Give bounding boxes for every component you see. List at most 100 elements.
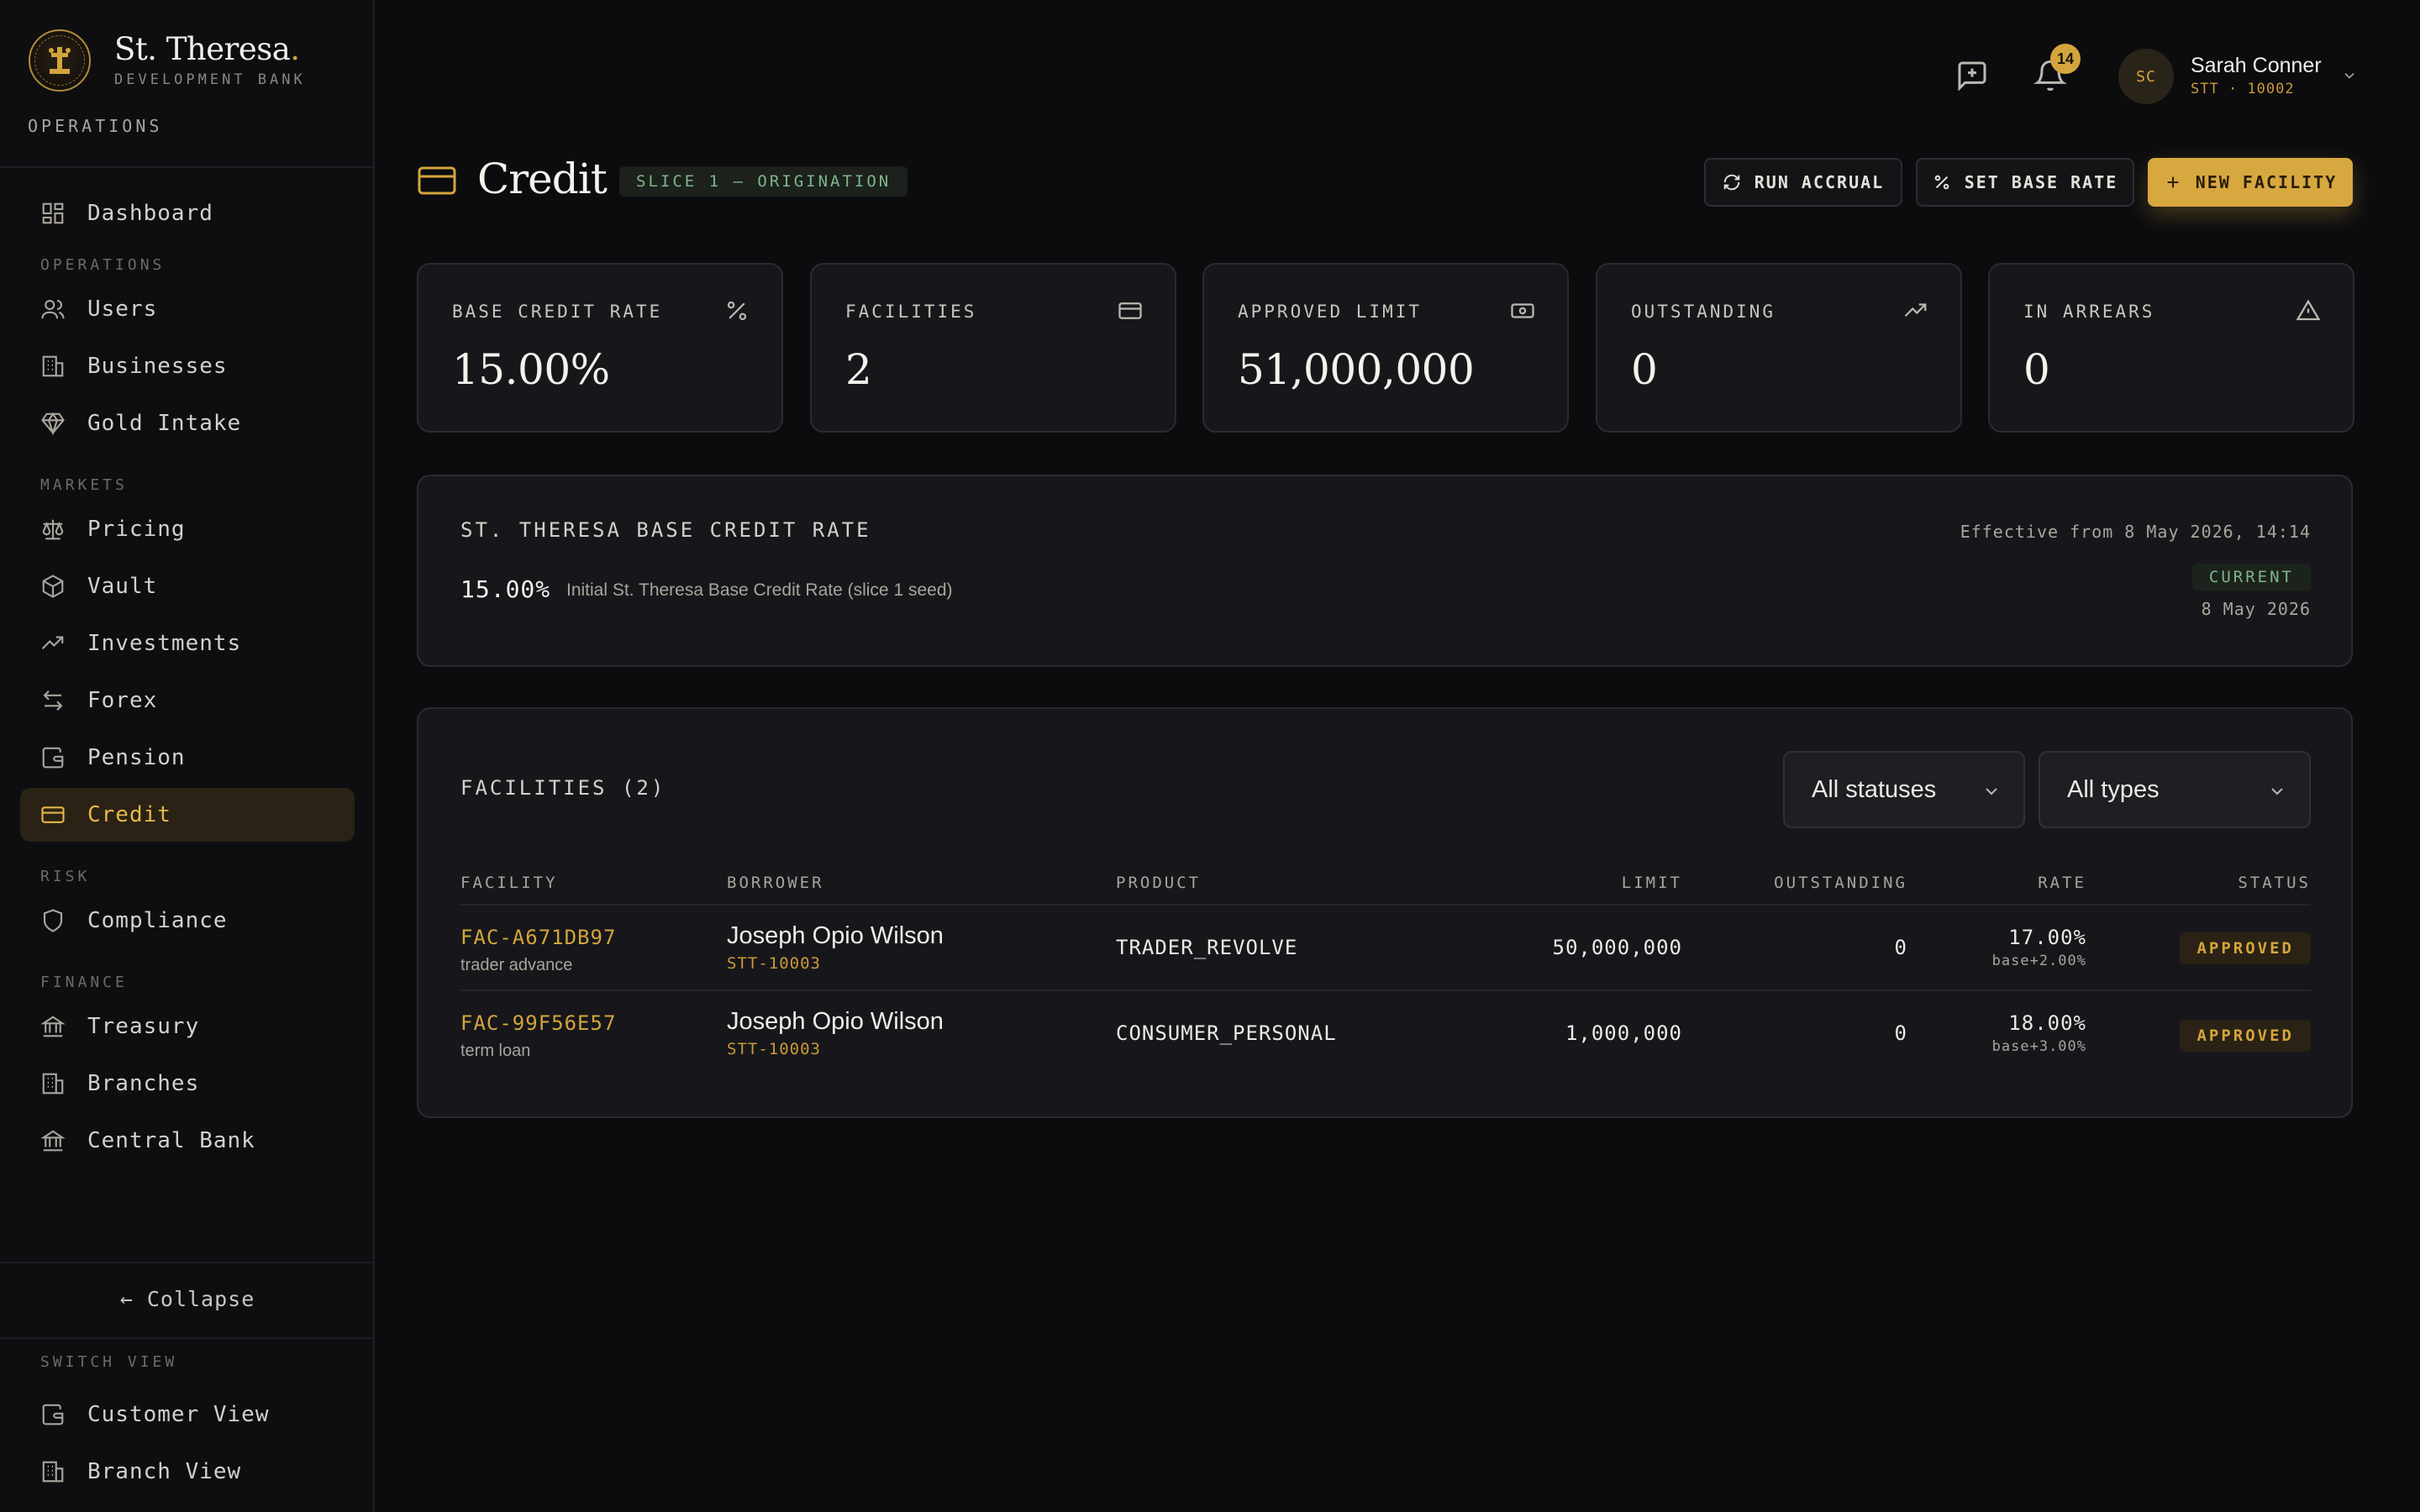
stat-label: OUTSTANDING	[1631, 302, 1776, 322]
collapse-button[interactable]: ← Collapse	[0, 1277, 375, 1322]
base-rate-panel: ST. THERESA BASE CREDIT RATE Effective f…	[417, 475, 2353, 667]
sidebar-item-branches[interactable]: Branches	[20, 1057, 355, 1110]
credit-card-icon	[418, 166, 456, 199]
borrower-name[interactable]: Joseph Opio Wilson	[727, 922, 944, 950]
sidebar-item-compliance[interactable]: Compliance	[20, 894, 355, 948]
column-header-outstanding[interactable]: OUTSTANDING	[1774, 874, 1907, 892]
sidebar-item-central-bank[interactable]: Central Bank	[20, 1114, 355, 1168]
sidebar-item-vault[interactable]: Vault	[20, 559, 355, 613]
status-badge-current: CURRENT	[2191, 564, 2311, 591]
dashboard-icon	[42, 202, 64, 224]
facility-id-link[interactable]: FAC-A671DB97	[460, 926, 616, 949]
credit-card-icon	[41, 806, 65, 823]
borrower-id: STT-10003	[727, 954, 821, 973]
button-label: SET BASE RATE	[1964, 172, 2118, 192]
sidebar-item-customer-view[interactable]: Customer View	[20, 1388, 355, 1441]
select-value: All statuses	[1812, 775, 1937, 803]
sidebar-item-businesses[interactable]: Businesses	[20, 339, 355, 393]
stat-value: 2	[845, 345, 872, 394]
sidebar-item-label: Pricing	[87, 517, 186, 542]
sidebar-item-branch-view[interactable]: Branch View	[20, 1445, 355, 1499]
sidebar-item-label: Forex	[87, 688, 158, 713]
sidebar-item-label: Treasury	[87, 1014, 200, 1039]
rate-value: 18.00%	[2008, 1011, 2086, 1035]
new-message-button[interactable]	[1955, 59, 1992, 96]
refresh-icon	[1723, 174, 1740, 191]
nav-section-markets: MARKETS	[40, 476, 128, 494]
sidebar-item-gold-intake[interactable]: Gold Intake	[20, 396, 355, 450]
arrows-icon	[43, 690, 63, 711]
user-menu-toggle[interactable]	[2341, 67, 2358, 88]
stat-card-approved-limit: APPROVED LIMIT 51,000,000	[1202, 263, 1569, 433]
set-base-rate-button[interactable]: SET BASE RATE	[1916, 158, 2134, 207]
column-header-rate[interactable]: RATE	[2038, 874, 2086, 892]
base-rate-description: Initial St. Theresa Base Credit Rate (sl…	[566, 580, 953, 600]
nav-section-risk: RISK	[40, 868, 91, 885]
column-header-status[interactable]: STATUS	[2238, 874, 2311, 892]
sidebar-item-dashboard[interactable]: Dashboard	[20, 186, 355, 240]
workspace-label: OPERATIONS	[28, 116, 163, 136]
chevron-down-icon	[2271, 788, 2283, 795]
column-header-borrower[interactable]: BORROWER	[727, 874, 824, 892]
stat-value: 0	[2023, 345, 2050, 394]
sidebar-item-forex[interactable]: Forex	[20, 674, 355, 727]
sidebar-item-label: Businesses	[87, 354, 228, 379]
column-header-product[interactable]: PRODUCT	[1116, 874, 1201, 892]
column-header-facility[interactable]: FACILITY	[460, 874, 558, 892]
limit-value: 1,000,000	[1565, 1021, 1682, 1045]
limit-value: 50,000,000	[1552, 936, 1682, 959]
rate-value: 17.00%	[2008, 926, 2086, 949]
percent-icon	[1934, 175, 1949, 190]
rate-spread: base+3.00%	[1991, 1038, 2086, 1055]
chevron-down-icon	[2344, 72, 2354, 79]
brand-subtitle: DEVELOPMENT BANK	[114, 71, 306, 88]
avatar[interactable]: SC	[2118, 49, 2174, 104]
sidebar-item-pension[interactable]: Pension	[20, 731, 355, 785]
status-filter-select[interactable]: All statuses	[1783, 751, 2025, 828]
sidebar-item-label: Customer View	[87, 1402, 270, 1427]
shield-icon	[43, 909, 63, 932]
sidebar-item-users[interactable]: Users	[20, 282, 355, 336]
rate-spread: base+2.00%	[1991, 953, 2086, 969]
run-accrual-button[interactable]: RUN ACCRUAL	[1704, 158, 1902, 207]
sidebar: St. Theresa. DEVELOPMENT BANK OPERATIONS…	[0, 0, 375, 1512]
banknote-icon	[1510, 298, 1535, 328]
credit-card-icon	[1118, 298, 1143, 328]
divider	[460, 904, 2311, 906]
divider	[0, 1262, 375, 1263]
type-filter-select[interactable]: All types	[2039, 751, 2311, 828]
facility-id-link[interactable]: FAC-99F56E57	[460, 1011, 616, 1035]
sidebar-item-label: Pension	[87, 745, 186, 770]
sidebar-nav: Dashboard OPERATIONS Users Businesses Go…	[20, 186, 355, 1168]
building-icon	[42, 355, 64, 377]
sidebar-item-label: Compliance	[87, 908, 228, 933]
stat-card-base-credit-rate: BASE CREDIT RATE 15.00%	[417, 263, 783, 433]
stat-label: IN ARREARS	[2023, 302, 2155, 322]
brand[interactable]: St. Theresa. DEVELOPMENT BANK	[29, 29, 306, 92]
product-code: CONSUMER_PERSONAL	[1116, 1021, 1337, 1045]
base-rate-date: 8 May 2026	[2201, 599, 2311, 619]
bank-icon	[40, 1016, 66, 1037]
outstanding-value: 0	[1894, 936, 1907, 959]
sidebar-item-label: Central Bank	[87, 1128, 255, 1153]
new-facility-button[interactable]: NEW FACILITY	[2148, 158, 2353, 207]
sidebar-item-label: Credit	[87, 802, 171, 827]
sidebar-item-pricing[interactable]: Pricing	[20, 502, 355, 556]
sidebar-item-credit[interactable]: Credit	[20, 788, 355, 842]
user-name[interactable]: Sarah Conner	[2191, 54, 2322, 78]
facility-type: term loan	[460, 1042, 531, 1060]
borrower-name[interactable]: Joseph Opio Wilson	[727, 1008, 944, 1036]
sidebar-item-label: Gold Intake	[87, 411, 242, 436]
status-badge: APPROVED	[2180, 1020, 2311, 1052]
sidebar-item-label: Users	[87, 297, 158, 322]
sidebar-item-investments[interactable]: Investments	[20, 617, 355, 670]
borrower-id: STT-10003	[727, 1040, 821, 1058]
sidebar-item-label: Dashboard	[87, 201, 213, 226]
column-header-limit[interactable]: LIMIT	[1622, 874, 1682, 892]
plus-icon	[2167, 176, 2179, 188]
stat-card-facilities: FACILITIES 2	[810, 263, 1176, 433]
building-icon	[42, 1461, 64, 1483]
outstanding-value: 0	[1894, 1021, 1907, 1045]
sidebar-item-treasury[interactable]: Treasury	[20, 1000, 355, 1053]
slice-badge: SLICE 1 — ORIGINATION	[619, 166, 908, 197]
